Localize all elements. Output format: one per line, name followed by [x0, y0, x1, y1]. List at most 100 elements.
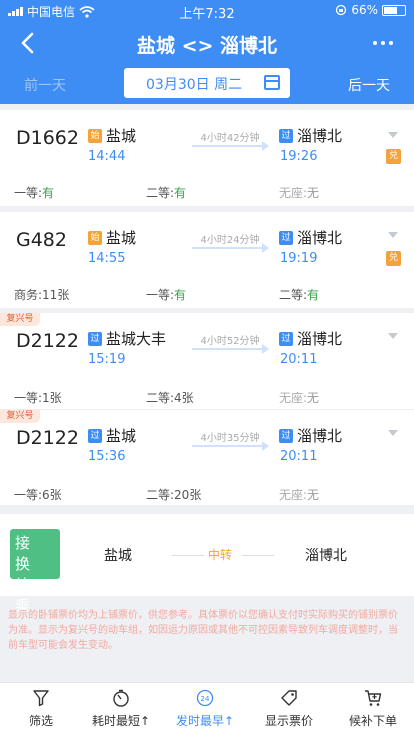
chevron-down-icon[interactable] — [388, 333, 398, 339]
train-card[interactable]: G482 始盐城 4小时24分钟 过淄博北 14:55 19:19 兑 商务:1… — [0, 212, 414, 308]
seat-second-class: 二等:4张 — [146, 389, 194, 406]
tab-label: 候补下单 — [348, 714, 397, 728]
train-number: D1662 — [16, 127, 79, 149]
seat-value: 无 — [307, 488, 320, 502]
date-picker[interactable]: 03月30日 周二 — [124, 68, 290, 98]
fuxing-label: 复兴号 — [0, 313, 40, 326]
seat-value: 11张 — [42, 288, 70, 302]
start-tag: 始 — [88, 230, 102, 245]
date-label: 03月30日 周二 — [146, 77, 243, 93]
pass-tag: 过 — [279, 331, 293, 346]
seat-value: 6张 — [42, 488, 62, 502]
to-station-name: 淄博北 — [297, 427, 343, 445]
train-card[interactable]: 复兴号 D2122 过盐城大丰 4小时52分钟 过淄博北 15:19 20:11… — [0, 313, 414, 409]
seat-first-class: 一等:有 — [14, 184, 54, 201]
from-station: 过盐城 — [88, 425, 136, 446]
pass-tag: 过 — [88, 428, 102, 443]
to-station: 过淄博北 — [279, 125, 342, 146]
battery-percent: 66% — [351, 3, 378, 17]
svg-text:24: 24 — [201, 695, 210, 703]
pass-tag: 过 — [88, 331, 102, 346]
tab-shortest-duration[interactable]: 耗时最短↑ — [86, 689, 156, 729]
chevron-down-icon[interactable] — [388, 430, 398, 436]
seat-name: 二等: — [279, 288, 308, 302]
train-number: D2122 — [16, 330, 79, 352]
duration: 4小时35分钟 — [200, 433, 260, 444]
chevron-down-icon[interactable] — [388, 232, 398, 238]
fuxing-label: 复兴号 — [0, 410, 40, 423]
clock-24-icon: 24 — [196, 689, 214, 707]
seat-second-class: 二等:有 — [146, 184, 186, 201]
depart-time: 14:44 — [88, 149, 126, 164]
arrow-icon — [192, 243, 269, 253]
from-station: 始盐城 — [88, 227, 136, 248]
seat-no-seat: 无座:无 — [279, 389, 319, 406]
from-station-name: 盐城 — [106, 427, 137, 445]
to-station: 过淄博北 — [279, 227, 342, 248]
arrive-time: 20:11 — [280, 352, 318, 367]
from-station-name: 盐城 — [106, 229, 137, 247]
seat-name: 一等: — [14, 186, 43, 200]
cart-add-icon — [365, 690, 382, 706]
seat-no-seat: 无座:无 — [279, 184, 319, 201]
seat-second-class: 二等:20张 — [146, 486, 201, 503]
date-bar: 前一天 03月30日 周二 后一天 — [0, 66, 414, 104]
seat-name: 一等: — [146, 288, 175, 302]
transfer-from: 盐城 — [104, 548, 132, 564]
seat-value: 有 — [42, 186, 55, 200]
arrive-time: 19:19 — [280, 251, 318, 266]
seat-name: 二等: — [146, 488, 175, 502]
to-station-name: 淄博北 — [297, 127, 343, 145]
tab-label: 筛选 — [28, 714, 53, 728]
next-day-button[interactable]: 后一天 — [348, 75, 390, 95]
duration: 4小时52分钟 — [200, 336, 260, 347]
price-tag-icon — [281, 690, 297, 706]
train-card[interactable]: 复兴号 D2122 过盐城 4小时35分钟 过淄博北 15:36 20:11 一… — [0, 409, 414, 505]
transfer-badge: 接换续乘 — [10, 529, 60, 615]
seat-value: 有 — [174, 288, 187, 302]
divider — [242, 555, 274, 556]
chevron-down-icon[interactable] — [388, 132, 398, 138]
arrive-time: 20:11 — [280, 449, 318, 464]
seat-value: 有 — [174, 186, 187, 200]
from-station: 过盐城大丰 — [88, 328, 166, 349]
page-title: 盐城 <> 淄博北 — [136, 35, 278, 57]
arrow-icon — [192, 344, 269, 354]
tab-label: 发时最早↑ — [175, 714, 235, 728]
transfer-card[interactable]: 接换续乘 盐城 中转 淄博北 — [0, 514, 414, 615]
to-station: 过淄博北 — [279, 328, 342, 349]
filter-icon — [33, 690, 49, 707]
status-bar: 中国电信 上午7:32 66% — [0, 0, 414, 22]
seat-value: 4张 — [174, 391, 194, 405]
more-icon[interactable] — [366, 30, 400, 56]
duration: 4小时42分钟 — [200, 133, 260, 144]
seat-name: 无座: — [279, 488, 308, 502]
from-station-name: 盐城 — [106, 127, 137, 145]
tab-show-price[interactable]: 显示票价 — [254, 689, 324, 729]
arrive-time: 19:26 — [280, 149, 318, 164]
tab-label: 耗时最短↑ — [91, 714, 151, 728]
prev-day-button[interactable]: 前一天 — [24, 75, 66, 95]
stopwatch-icon — [113, 689, 129, 707]
train-number: D2122 — [16, 427, 79, 449]
battery-icon — [382, 4, 406, 16]
tab-earliest-departure[interactable]: 24 发时最早↑ — [170, 689, 240, 729]
seat-second-class: 二等:有 — [279, 286, 319, 303]
calendar-icon — [264, 75, 280, 90]
train-card[interactable]: D1662 始盐城 4小时42分钟 过淄博北 14:44 19:26 兑 一等:… — [0, 110, 414, 206]
tab-waitlist[interactable]: 候补下单 — [338, 689, 408, 729]
to-station: 过淄博北 — [279, 425, 342, 446]
from-station-name: 盐城大丰 — [106, 330, 167, 348]
divider — [172, 555, 204, 556]
seat-name: 商务: — [14, 288, 43, 302]
nav-bar: 盐城 <> 淄博北 — [0, 20, 414, 66]
bottom-toolbar: 筛选 耗时最短↑ 24 发时最早↑ 显示票价 候补下单 — [0, 682, 414, 736]
seat-value: 无 — [307, 186, 320, 200]
seat-name: 一等: — [14, 391, 43, 405]
tab-filter[interactable]: 筛选 — [6, 689, 76, 729]
seat-value: 1张 — [42, 391, 62, 405]
from-station: 始盐城 — [88, 125, 136, 146]
transfer-mid: 中转 — [208, 548, 233, 562]
notice-text: 显示的卧铺票价均为上铺票价，供您参考。具体票价以您确认支付时实际购买的铺别票价为… — [8, 610, 398, 651]
transfer-to: 淄博北 — [305, 548, 347, 564]
